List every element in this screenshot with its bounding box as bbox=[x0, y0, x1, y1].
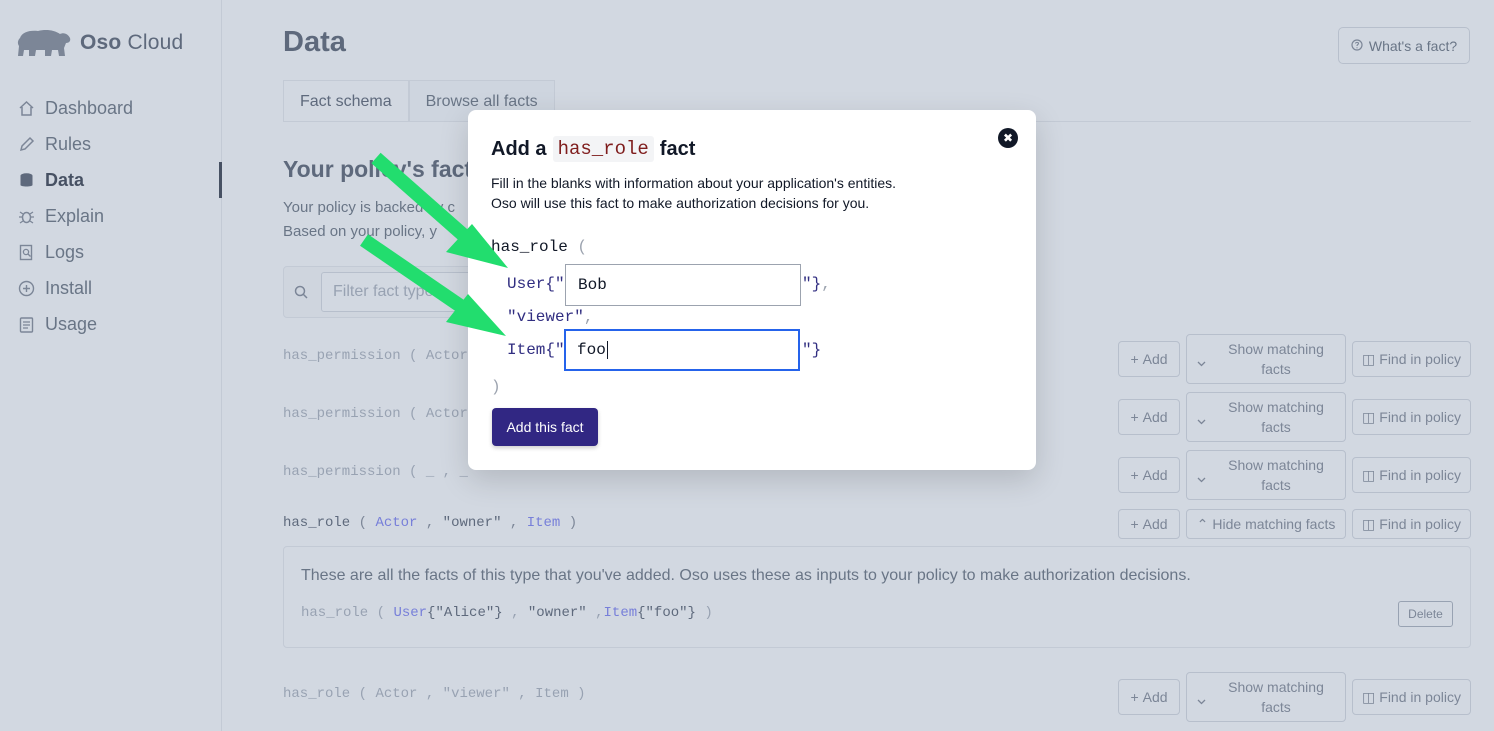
fact-name-code: has_role bbox=[552, 136, 654, 162]
dialog-description: Fill in the blanks with information abou… bbox=[491, 175, 896, 211]
item-type-prefix: Item{" bbox=[507, 341, 565, 359]
user-type-prefix: User{" bbox=[507, 275, 565, 293]
item-type-suffix: "} bbox=[802, 341, 822, 359]
add-fact-dialog: Add a has_role fact ✖ Fill in the blanks… bbox=[468, 110, 1036, 470]
dialog-title: Add a has_role fact bbox=[491, 136, 696, 162]
fact-function-name: has_role ( bbox=[491, 238, 588, 256]
item-id-input[interactable]: foo bbox=[564, 329, 800, 371]
text-cursor bbox=[606, 341, 608, 359]
user-type-suffix: "}, bbox=[802, 275, 831, 293]
role-value: "viewer", bbox=[507, 308, 594, 326]
add-this-fact-button[interactable]: Add this fact bbox=[492, 408, 598, 446]
user-id-input[interactable]: Bob bbox=[565, 264, 801, 306]
close-icon[interactable]: ✖ bbox=[998, 128, 1018, 148]
close-paren: ) bbox=[491, 378, 501, 396]
